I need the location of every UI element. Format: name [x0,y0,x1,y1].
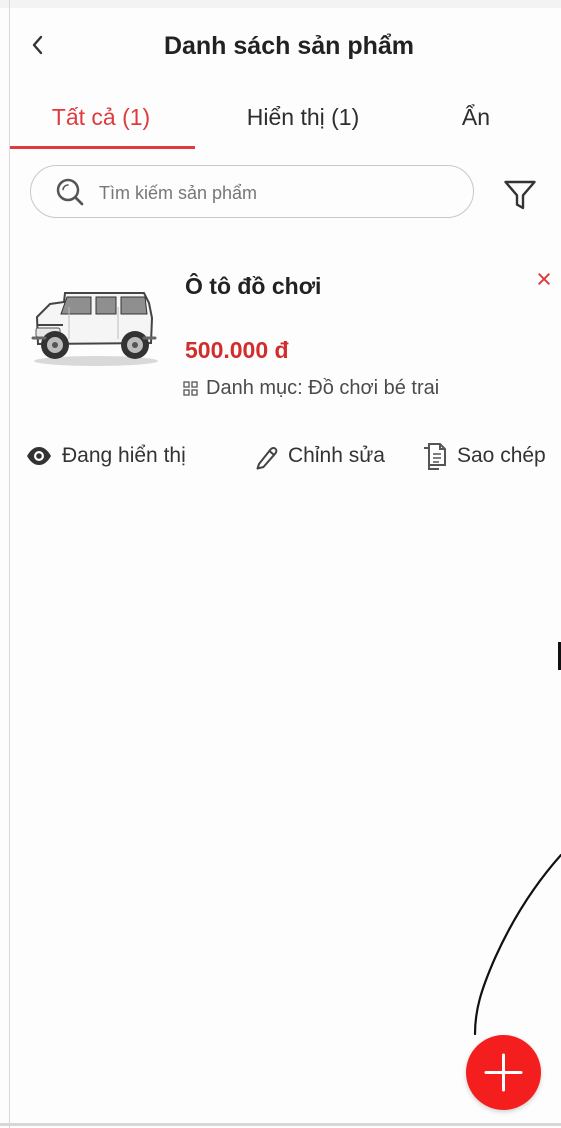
bottom-edge-divider [0,1123,561,1126]
copy-action[interactable]: Sao chép [421,436,546,476]
plus-icon [484,1053,523,1092]
search-icon [56,178,84,206]
tab-hidden[interactable]: Ẩn [441,100,511,134]
product-tabs: Tất cả (1) Hiển thị (1) Ẩn [10,88,561,150]
add-product-button[interactable] [466,1035,541,1110]
tab-visible[interactable]: Hiển thị (1) [203,100,403,134]
white-toy-suv-image [31,292,158,366]
category-grid-icon [183,381,198,396]
search-input[interactable] [97,177,451,209]
tab-all[interactable]: Tất cả (1) [14,100,188,134]
edit-action-label: Chỉnh sửa [288,444,385,467]
pencil-icon [256,446,278,469]
product-name[interactable]: Ô tô đồ chơi [185,273,321,300]
page-title: Danh sách sản phẩm [163,32,415,60]
edit-action[interactable]: Chỉnh sửa [252,436,385,476]
product-price: 500.000 đ [185,337,289,363]
screen-edge-divider [9,0,10,1128]
product-category-label: Danh mục: Đồ chơi bé trai [206,377,440,399]
product-list-screen: Danh sách sản phẩm Tất cả (1) Hiển thị (… [0,0,561,1128]
eye-icon [27,447,51,465]
search-box[interactable] [30,165,474,218]
product-card[interactable]: Ô tô đồ chơi 500.000 đ Danh mục: Đồ chơi… [28,258,558,418]
filter-icon[interactable] [503,178,537,212]
product-actions: Đang hiển thị Chỉnh sửa Sao chép [25,436,561,476]
visibility-action[interactable]: Đang hiển thị [25,436,186,476]
copy-action-label: Sao chép [457,444,546,467]
active-tab-indicator [10,146,195,149]
visibility-action-label: Đang hiển thị [62,444,186,467]
status-bar-strip [0,0,561,8]
close-icon[interactable]: × [533,266,555,293]
copy-icon [424,442,446,470]
header: Danh sách sản phẩm [0,18,561,78]
